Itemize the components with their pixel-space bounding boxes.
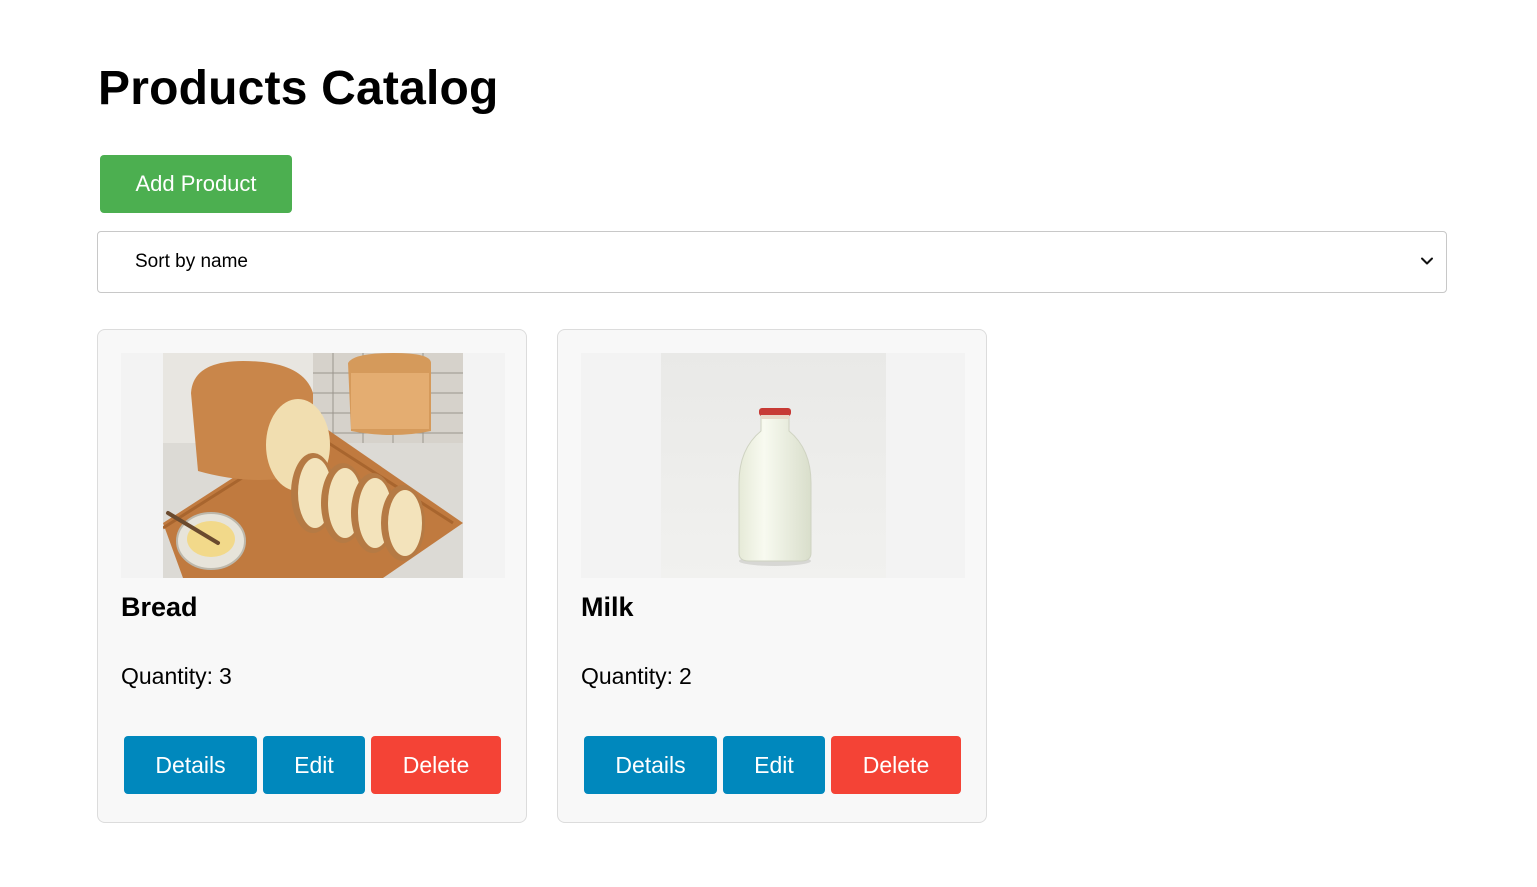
quantity-label: Quantity: (121, 663, 214, 689)
delete-button[interactable]: Delete (831, 736, 961, 794)
details-button[interactable]: Details (124, 736, 257, 794)
quantity-value: 2 (679, 663, 692, 689)
sort-selected-value: Sort by name (135, 251, 248, 272)
product-name: Bread (121, 592, 198, 622)
product-actions: Details Edit Delete (584, 736, 961, 794)
product-image (581, 353, 965, 578)
product-name: Milk (581, 592, 634, 622)
delete-button[interactable]: Delete (371, 736, 501, 794)
bread-image (163, 353, 463, 578)
details-button[interactable]: Details (584, 736, 717, 794)
product-card: Bread Quantity: 3 Details Edit Delete (97, 329, 527, 823)
quantity-label: Quantity: (581, 663, 674, 689)
milk-bottle-image (660, 353, 886, 578)
sort-select[interactable]: Sort by name (97, 231, 1447, 293)
page-title: Products Catalog (98, 62, 499, 115)
quantity-value: 3 (219, 663, 232, 689)
edit-button[interactable]: Edit (263, 736, 365, 794)
product-actions: Details Edit Delete (124, 736, 501, 794)
product-quantity: Quantity: 2 (581, 663, 692, 690)
product-list: Bread Quantity: 3 Details Edit Delete Mi… (97, 329, 987, 823)
chevron-down-icon (1421, 257, 1433, 265)
product-image (121, 353, 505, 578)
add-product-button[interactable]: Add Product (100, 155, 292, 213)
edit-button[interactable]: Edit (723, 736, 825, 794)
product-card: Milk Quantity: 2 Details Edit Delete (557, 329, 987, 823)
product-quantity: Quantity: 3 (121, 663, 232, 690)
